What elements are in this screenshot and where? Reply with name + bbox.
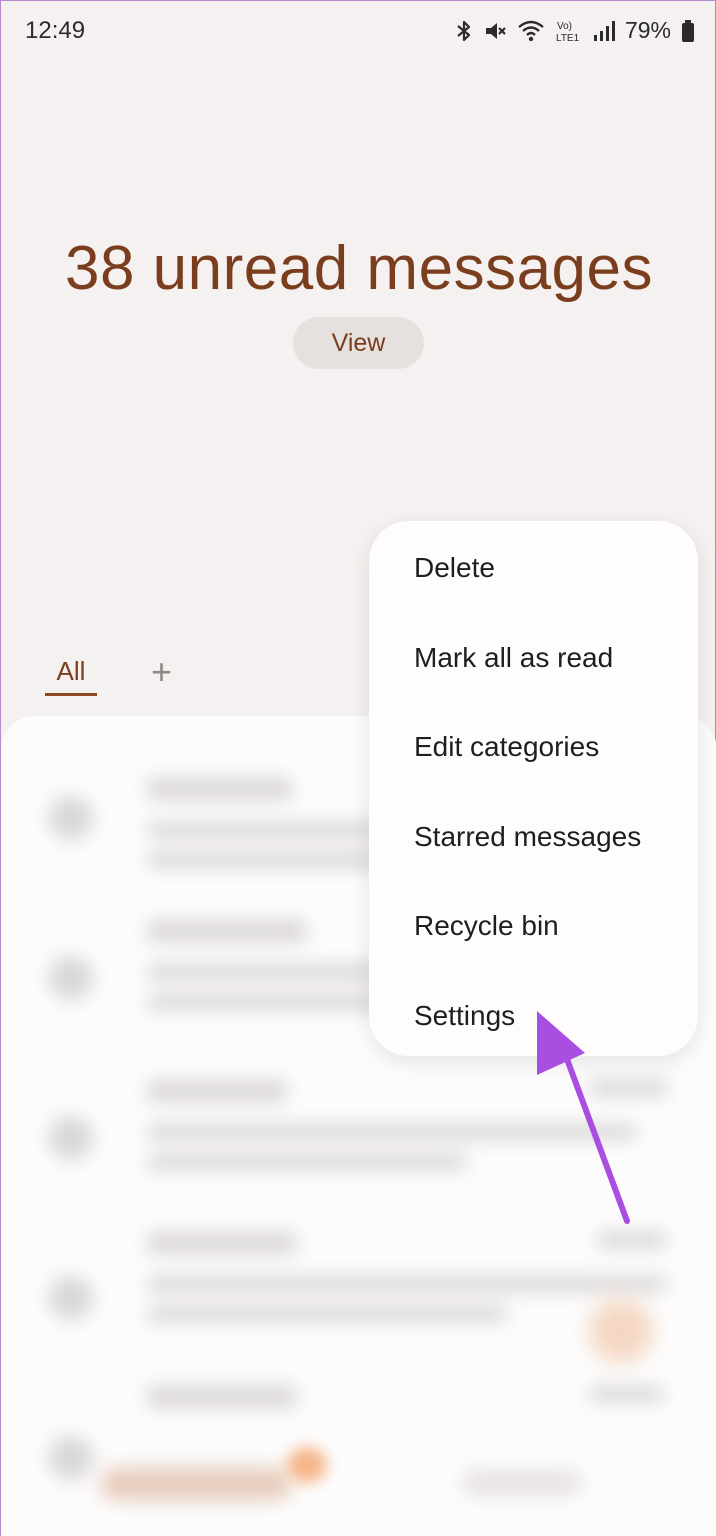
svg-text:Vo): Vo) [557,21,572,32]
avatar [49,1116,93,1160]
menu-item-delete[interactable]: Delete [414,552,495,584]
menu-item-edit-categories[interactable]: Edit categories [414,731,599,763]
view-button[interactable]: View [293,317,424,369]
bluetooth-icon [455,19,473,43]
overflow-menu: Delete Mark all as read Edit categories … [369,521,698,1056]
battery-icon [681,19,695,43]
status-icons: Vo) LTE1 79% [455,17,695,44]
tab-all[interactable]: All [45,656,97,696]
status-bar: 12:49 Vo) LTE1 79% [1,1,716,65]
list-item[interactable] [1,1056,716,1196]
unread-badge [287,1447,327,1483]
svg-text:LTE1: LTE1 [556,33,580,44]
menu-item-mark-all-read[interactable]: Mark all as read [414,642,613,674]
menu-item-settings[interactable]: Settings [414,1000,515,1032]
avatar [49,1436,93,1480]
menu-item-starred-messages[interactable]: Starred messages [414,821,641,853]
add-category-button[interactable]: + [151,654,172,690]
unread-count-title: 38 unread messages [64,234,654,303]
menu-item-recycle-bin[interactable]: Recycle bin [414,910,559,942]
volte-icon: Vo) LTE1 [555,18,583,44]
status-time: 12:49 [25,17,86,44]
battery-percent: 79% [624,17,671,43]
avatar [49,796,93,840]
category-tabs: All + [45,654,172,696]
avatar [49,1276,93,1320]
bottom-tab-contacts[interactable] [463,1471,581,1495]
wifi-icon [517,19,545,43]
compose-button[interactable] [589,1299,653,1363]
mute-icon [483,19,507,43]
avatar [49,956,93,1000]
signal-icon [593,20,615,42]
bottom-tab-conversations[interactable] [101,1467,291,1501]
